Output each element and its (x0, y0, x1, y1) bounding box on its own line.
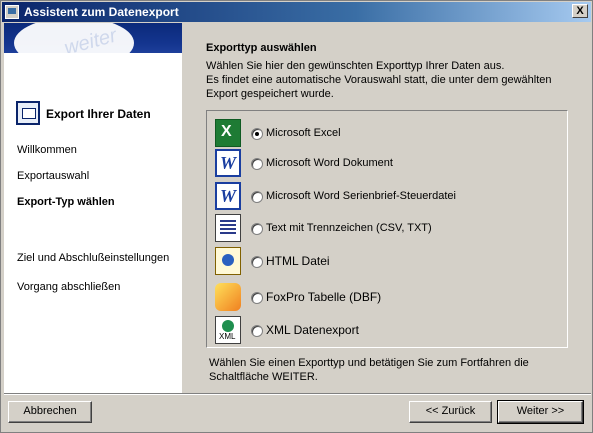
app-icon (5, 5, 19, 19)
section-title: Exporttyp auswählen (206, 42, 317, 54)
option-label: HTML Datei (266, 254, 330, 268)
footer-instruction: Wählen Sie einen Exporttyp und betätigen… (209, 356, 579, 384)
sidebar-step-export-typ: Export-Typ wählen (17, 196, 115, 208)
option-label: Microsoft Word Serienbrief-Steuerdatei (266, 190, 456, 202)
sidebar-banner: weiter (4, 23, 182, 53)
xml-icon-text: XML (219, 332, 236, 341)
radio-html-datei[interactable] (251, 256, 263, 268)
banner-watermark: weiter (61, 24, 120, 53)
description-line-3: Export gespeichert wurde. (206, 88, 334, 100)
option-label: Microsoft Word Dokument (266, 157, 393, 169)
export-wizard-window: Assistent zum Datenexport X weiter Expor… (0, 0, 593, 433)
sidebar-heading-label: Export Ihrer Daten (46, 107, 151, 121)
radio-word-dokument[interactable] (251, 158, 263, 170)
word-icon: W (215, 149, 241, 177)
option-word-serienbrief[interactable]: W Microsoft Word Serienbrief-Steuerdatei (215, 182, 565, 212)
sidebar-step-abschliessen: Vorgang abschließen (17, 281, 121, 293)
option-foxpro[interactable]: FoxPro Tabelle (DBF) (215, 283, 565, 313)
option-text-trennzeichen[interactable]: Text mit Trennzeichen (CSV, TXT) (215, 214, 565, 244)
sidebar-step-exportauswahl: Exportauswahl (17, 170, 90, 182)
description-line-2: Es findet eine automatische Vorauswahl s… (206, 74, 552, 86)
export-type-group: X Microsoft Excel W Microsoft Word Dokum… (206, 110, 568, 348)
html-file-icon (215, 247, 241, 275)
wizard-sidebar: weiter Export Ihrer Daten Willkommen Exp… (4, 23, 182, 393)
wizard-content: Exporttyp auswählen Wählen Sie hier den … (182, 23, 591, 393)
option-label: Microsoft Excel (266, 127, 341, 139)
option-word-dokument[interactable]: W Microsoft Word Dokument (215, 149, 565, 179)
radio-foxpro[interactable] (251, 292, 263, 304)
back-button[interactable]: << Zurück (409, 401, 492, 423)
sidebar-step-willkommen: Willkommen (17, 144, 77, 156)
option-label: XML Datenexport (266, 323, 359, 337)
description-line-1: Wählen Sie hier den gewünschten Exportty… (206, 60, 505, 72)
sidebar-heading: Export Ihrer Daten (16, 101, 176, 127)
radio-text-trennzeichen[interactable] (251, 223, 263, 235)
radio-xml-datenexport[interactable] (251, 325, 263, 337)
footer-line-2: Schaltfläche WEITER. (209, 371, 318, 383)
window-title: Assistent zum Datenexport (24, 5, 179, 19)
sidebar-step-ziel: Ziel und Abschlußeinstellungen (17, 252, 170, 264)
cancel-button[interactable]: Abbrechen (8, 401, 92, 423)
footer-line-1: Wählen Sie einen Exporttyp und betätigen… (209, 357, 529, 369)
word-icon: W (215, 182, 241, 210)
option-label: Text mit Trennzeichen (CSV, TXT) (266, 222, 432, 234)
option-microsoft-excel[interactable]: X Microsoft Excel (215, 119, 565, 149)
foxpro-icon (215, 283, 241, 311)
option-html-datei[interactable]: HTML Datei (215, 247, 565, 277)
title-bar: Assistent zum Datenexport X (2, 2, 591, 22)
radio-word-serienbrief[interactable] (251, 191, 263, 203)
excel-icon: X (215, 119, 241, 147)
option-label: FoxPro Tabelle (DBF) (266, 290, 382, 304)
section-description: Wählen Sie hier den gewünschten Exportty… (206, 59, 586, 101)
export-icon (16, 101, 40, 125)
radio-microsoft-excel[interactable] (251, 128, 263, 140)
next-button[interactable]: Weiter >> (497, 400, 584, 424)
option-xml-datenexport[interactable]: XML XML Datenexport (215, 316, 565, 346)
text-file-icon (215, 214, 241, 242)
close-button[interactable]: X (572, 4, 588, 18)
button-separator (4, 393, 591, 395)
xml-file-icon: XML (215, 316, 241, 344)
